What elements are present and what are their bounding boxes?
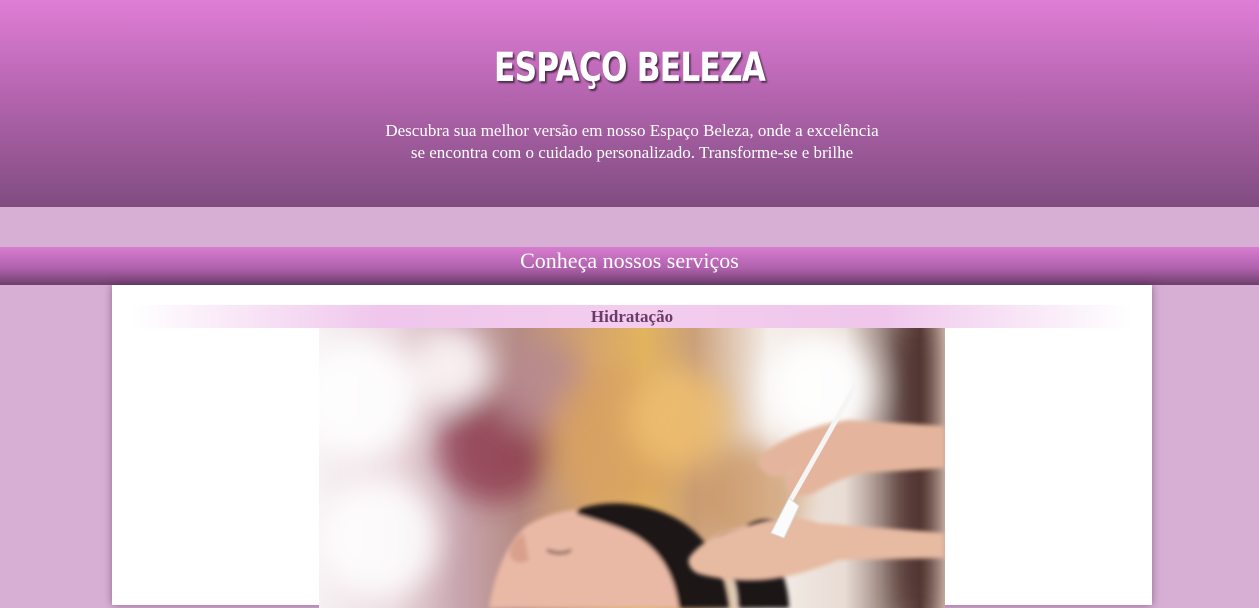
hair-treatment-photo	[319, 328, 945, 608]
service-card-title: Hidratação	[590, 307, 674, 326]
site-tagline: Descubra sua melhor versão em nosso Espa…	[385, 121, 879, 162]
service-card: Hidratação	[112, 285, 1152, 608]
site-header: Espaço Beleza Descubra sua melhor versão…	[0, 0, 1259, 207]
spacer-band	[0, 207, 1259, 247]
site-title: Espaço Beleza	[494, 45, 766, 91]
services-heading: Conheça nossos serviços	[520, 248, 739, 273]
hair-treatment-illustration	[319, 328, 945, 608]
